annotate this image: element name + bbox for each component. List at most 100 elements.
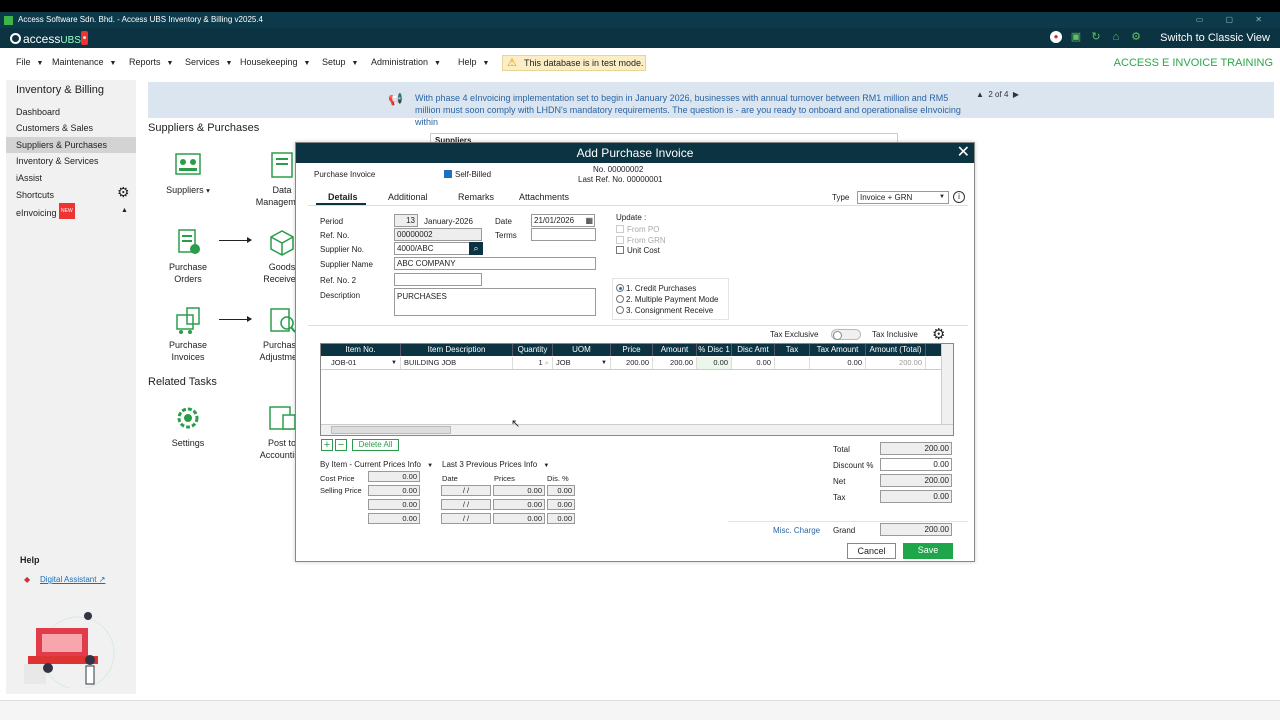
- cell-quantity[interactable]: 1 ⌕: [513, 357, 553, 369]
- col-disc-amt[interactable]: Disc Amt: [732, 344, 775, 356]
- shortcuts-gear-icon[interactable]: ⚙: [117, 184, 130, 201]
- misc-charge-link[interactable]: Misc. Charge: [773, 526, 820, 535]
- tax-mode-toggle[interactable]: [831, 329, 861, 340]
- chevron-down-icon: ▼: [109, 60, 117, 67]
- refno2-input[interactable]: [394, 273, 482, 286]
- radio-multiple-payment[interactable]: 2. Multiple Payment Mode: [616, 295, 719, 304]
- radio-consignment[interactable]: 3. Consignment Receive: [616, 306, 713, 315]
- menu-services[interactable]: Services ▼: [185, 57, 232, 67]
- discount-input[interactable]: 0.00: [880, 458, 952, 471]
- menu-label: Maintenance: [52, 57, 104, 67]
- last3-dropdown[interactable]: Last 3 Previous Prices Info ▼: [442, 460, 549, 469]
- calendar-icon[interactable]: ▦: [585, 215, 593, 226]
- flow-arrow: [219, 316, 252, 322]
- col-amount-total[interactable]: Amount (Total): [866, 344, 926, 356]
- tile-suppliers[interactable]: Suppliers ▾: [158, 150, 218, 197]
- menu-reports[interactable]: Reports ▼: [129, 57, 173, 67]
- col-amount[interactable]: Amount: [653, 344, 697, 356]
- prev-price-3: 0.00: [493, 513, 545, 524]
- sidebar-item-suppliers-purchases[interactable]: Suppliers & Purchases: [6, 137, 136, 153]
- self-billed-checkbox[interactable]: Self-Billed: [444, 170, 491, 179]
- tab-additional[interactable]: Additional: [388, 192, 428, 202]
- search-icon[interactable]: ⌕: [469, 242, 483, 255]
- chevron-down-icon[interactable]: ▼: [601, 357, 607, 369]
- radio-icon: [616, 306, 624, 314]
- close-icon[interactable]: ✕: [957, 143, 970, 163]
- tile-purchase-invoices[interactable]: Purchase Invoices: [158, 305, 218, 363]
- horizontal-scrollbar[interactable]: [321, 424, 953, 435]
- radio-credit-purchases[interactable]: 1. Credit Purchases: [616, 284, 696, 293]
- table-row[interactable]: JOB-01 ▼ BUILDING JOB 1 ⌕ JOB ▼ 200.00 200…: [321, 357, 941, 370]
- menu-housekeeping[interactable]: Housekeeping ▼: [240, 57, 310, 67]
- chevron-down-icon[interactable]: ▼: [391, 357, 397, 369]
- save-disk-icon[interactable]: ▣: [1070, 31, 1082, 43]
- home-icon[interactable]: ⌂: [1110, 31, 1122, 43]
- col-disc1[interactable]: % Disc 1: [697, 344, 732, 356]
- menu-file[interactable]: File ▼: [16, 57, 43, 67]
- cell-tax[interactable]: [775, 357, 810, 369]
- pager-next-icon[interactable]: ▶: [1013, 90, 1019, 99]
- checkbox-checked-icon: [444, 170, 452, 178]
- col-item-description[interactable]: Item Description: [401, 344, 513, 356]
- col-tax-amount[interactable]: Tax Amount: [810, 344, 866, 356]
- record-icon[interactable]: ●: [1050, 31, 1062, 43]
- supplier-name-input[interactable]: ABC COMPANY: [394, 257, 596, 270]
- pager-prev-icon[interactable]: ▲: [976, 90, 984, 99]
- col-quantity[interactable]: Quantity: [513, 344, 553, 356]
- terms-input[interactable]: [531, 228, 596, 241]
- switch-classic-view[interactable]: Switch to Classic View: [1160, 30, 1270, 46]
- flow-arrow: [219, 237, 252, 243]
- chevron-up-icon[interactable]: ▲: [121, 207, 128, 214]
- menu-help[interactable]: Help ▼: [458, 57, 489, 67]
- tile-settings[interactable]: Settings: [158, 403, 218, 449]
- grid-settings-gear-icon[interactable]: ⚙: [932, 325, 945, 343]
- digital-assistant-link[interactable]: Digital Assistant ↗: [40, 575, 105, 584]
- sidebar-item-inventory-services[interactable]: Inventory & Services: [6, 153, 136, 169]
- date-input[interactable]: 21/01/2026 ▦: [531, 214, 595, 227]
- window-title: Access Software Sdn. Bhd. - Access UBS I…: [18, 15, 264, 24]
- tab-remarks[interactable]: Remarks: [458, 192, 494, 202]
- sidebar-item-customers-sales[interactable]: Customers & Sales: [6, 120, 136, 136]
- refresh-icon[interactable]: ↻: [1090, 31, 1102, 43]
- cell-disc-amt[interactable]: 0.00: [732, 357, 775, 369]
- save-button[interactable]: Save: [903, 543, 953, 559]
- sidebar-item-dashboard[interactable]: Dashboard: [6, 104, 136, 120]
- cell-tax-amount[interactable]: 0.00: [810, 357, 866, 369]
- cell-price[interactable]: 200.00: [611, 357, 653, 369]
- vertical-scrollbar[interactable]: [941, 344, 953, 424]
- refno-input[interactable]: 00000002: [394, 228, 482, 241]
- from-grn-checkbox[interactable]: From GRN: [616, 236, 666, 245]
- settings-gear-icon[interactable]: ⚙: [1130, 31, 1142, 43]
- tab-details[interactable]: Details: [328, 192, 358, 202]
- by-item-dropdown[interactable]: By Item - Current Prices Info ▼: [320, 460, 433, 469]
- col-tax[interactable]: Tax: [775, 344, 810, 356]
- tile-purchase-orders[interactable]: Purchase Orders: [158, 227, 218, 285]
- cancel-button[interactable]: Cancel: [847, 543, 896, 559]
- window-controls[interactable]: ▭ ▢ ✕: [1196, 12, 1272, 28]
- menu-setup[interactable]: Setup ▼: [322, 57, 358, 67]
- cell-uom[interactable]: JOB ▼: [553, 357, 611, 369]
- description-input[interactable]: PURCHASES: [394, 288, 596, 316]
- cell-amount[interactable]: 200.00: [653, 357, 697, 369]
- remove-row-icon[interactable]: −: [335, 439, 347, 451]
- cell-item-no[interactable]: JOB-01 ▼: [321, 357, 401, 369]
- col-price[interactable]: Price: [611, 344, 653, 356]
- tab-attachments[interactable]: Attachments: [519, 192, 569, 202]
- cell-item-description[interactable]: BUILDING JOB: [401, 357, 513, 369]
- cell-disc1[interactable]: 0.00: [697, 357, 732, 369]
- menu-maintenance[interactable]: Maintenance ▼: [52, 57, 116, 67]
- delete-all-button[interactable]: Delete All: [352, 439, 399, 451]
- col-item-no[interactable]: Item No.: [321, 344, 401, 356]
- add-row-icon[interactable]: +: [321, 439, 333, 451]
- col-uom[interactable]: UOM: [553, 344, 611, 356]
- info-icon[interactable]: i: [953, 191, 965, 203]
- sidebar-item-einvoicing[interactable]: eInvoicing NEW: [6, 203, 136, 219]
- scroll-thumb[interactable]: [331, 426, 451, 434]
- period-input[interactable]: 13: [394, 214, 418, 227]
- search-icon[interactable]: ⌕: [545, 358, 549, 367]
- menu-administration[interactable]: Administration ▼: [371, 57, 441, 67]
- from-po-checkbox[interactable]: From PO: [616, 225, 659, 234]
- type-select[interactable]: Invoice + GRN ▼: [857, 191, 949, 204]
- post-to-accounting-icon: [269, 406, 296, 430]
- unit-cost-checkbox[interactable]: Unit Cost: [616, 246, 660, 255]
